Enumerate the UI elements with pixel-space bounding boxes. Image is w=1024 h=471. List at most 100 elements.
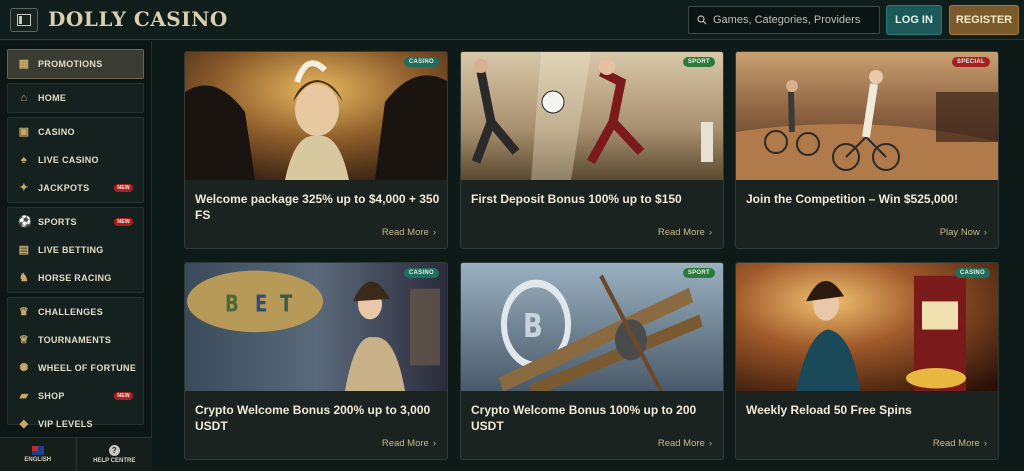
promo-title: Crypto Welcome Bonus 200% up to 3,000 US… [195, 403, 431, 433]
promo-title: Welcome package 325% up to $4,000 + 350 … [195, 192, 440, 222]
promo-image-crypto-airship: B E T [185, 263, 447, 391]
read-more-link[interactable]: Read More › [933, 438, 987, 449]
sidebar-item-label: CHALLENGES [38, 307, 104, 317]
new-badge: NEW [114, 218, 133, 226]
chevron-right-icon: › [708, 438, 712, 449]
svg-text:B: B [225, 290, 239, 317]
category-tag: SPORT [682, 57, 715, 67]
sidebar-item-challenges[interactable]: ♛ CHALLENGES [8, 298, 143, 326]
read-more-link[interactable]: Read More › [658, 227, 712, 238]
promo-title: Join the Competition – Win $525,000! [746, 192, 958, 206]
login-button[interactable]: LOG IN [886, 5, 942, 35]
promo-card[interactable]: SPECIAL Join the Competition – Win $525,… [735, 51, 999, 249]
sidebar-item-home[interactable]: ⌂ HOME [8, 84, 143, 112]
sidebar-promotions-group: ▦ PROMOTIONS [7, 49, 144, 79]
promo-card[interactable]: B E T CASINO Crypto Welcome Bonus 200% u… [184, 262, 448, 460]
sidebar-casino-group: ▣ CASINO ♠ LIVE CASINO ✦ JACKPOTS NEW [7, 117, 144, 203]
help-centre-link[interactable]: ? HELP CENTRE [77, 438, 153, 471]
sidebar-item-live-casino[interactable]: ♠ LIVE CASINO [8, 146, 143, 174]
promo-card[interactable]: SPORT First Deposit Bonus 100% up to $15… [460, 51, 724, 249]
promo-title: Crypto Welcome Bonus 100% up to 200 USDT [471, 403, 697, 433]
new-badge: NEW [114, 392, 133, 400]
promo-card[interactable]: CASINO Welcome package 325% up to $4,000… [184, 51, 448, 249]
sidebar-item-label: SPORTS [38, 217, 77, 227]
svg-text:E: E [255, 290, 267, 317]
promo-title: Weekly Reload 50 Free Spins [746, 403, 912, 417]
shop-icon: ▰ [19, 390, 29, 402]
wheel-icon: ✺ [19, 362, 29, 374]
language-selector[interactable]: ENGLISH [0, 438, 77, 471]
search-box[interactable] [688, 6, 880, 34]
category-tag: CASINO [403, 57, 439, 67]
search-input[interactable] [713, 14, 873, 26]
top-header: DOLLY CASINO LOG IN REGISTER [0, 0, 1024, 40]
jackpot-icon: ✦ [19, 182, 29, 194]
read-more-link[interactable]: Read More › [382, 227, 436, 238]
promo-title: First Deposit Bonus 100% up to $150 [471, 192, 682, 206]
sidebar-item-label: VIP LEVELS [38, 419, 93, 429]
sidebar-toggle-icon [17, 14, 31, 26]
sidebar-item-label: HOME [38, 93, 67, 103]
read-more-link[interactable]: Read More › [658, 438, 712, 449]
search-icon [697, 15, 707, 25]
sidebar-toggle-button[interactable] [10, 8, 38, 32]
chevron-right-icon: › [432, 438, 436, 449]
sidebar-sports-group: ⚽ SPORTS NEW ▤ LIVE BETTING ♞ HORSE RACI… [7, 207, 144, 293]
live-betting-icon: ▤ [18, 244, 30, 256]
sidebar-item-tournaments[interactable]: ♕ TOURNAMENTS [8, 326, 143, 354]
promo-image-crypto-biplane: B [461, 263, 723, 391]
chevron-right-icon: › [983, 227, 987, 238]
register-button[interactable]: REGISTER [949, 5, 1019, 35]
new-badge: NEW [114, 184, 133, 192]
sidebar-item-label: JACKPOTS [38, 183, 90, 193]
sidebar-item-shop[interactable]: ▰ SHOP NEW [8, 382, 143, 410]
sidebar-item-vip-levels[interactable]: ◆ VIP LEVELS [8, 410, 143, 438]
sidebar-item-label: TOURNAMENTS [38, 335, 112, 345]
sidebar-item-jackpots[interactable]: ✦ JACKPOTS NEW [8, 174, 143, 202]
sidebar-home-group: ⌂ HOME [7, 83, 144, 113]
category-tag: CASINO [954, 268, 990, 278]
sidebar-item-live-betting[interactable]: ▤ LIVE BETTING [8, 236, 143, 264]
sidebar-item-wheel-of-fortune[interactable]: ✺ WHEEL OF FORTUNE [8, 354, 143, 382]
read-more-link[interactable]: Read More › [382, 438, 436, 449]
sidebar-item-casino[interactable]: ▣ CASINO [8, 118, 143, 146]
language-label: ENGLISH [24, 457, 52, 463]
sidebar-rewards-group: ♛ CHALLENGES ♕ TOURNAMENTS ✺ WHEEL OF FO… [7, 297, 144, 430]
promo-card[interactable]: CASINO Weekly Reload 50 Free Spins Read … [735, 262, 999, 460]
vip-icon: ◆ [19, 418, 29, 430]
flag-icon [31, 446, 44, 455]
challenges-icon: ♛ [18, 306, 30, 318]
promo-image-football [461, 52, 723, 180]
sidebar-item-label: PROMOTIONS [38, 59, 103, 69]
sidebar-item-label: LIVE CASINO [38, 155, 99, 165]
promo-card[interactable]: B SPORT Crypto Welcome Bonus 100% up to … [460, 262, 724, 460]
trophy-icon: ♕ [18, 334, 30, 346]
promo-image-flapper-party [185, 52, 447, 180]
promo-image-slot-machine [736, 263, 998, 391]
chevron-right-icon: › [432, 227, 436, 238]
home-icon: ⌂ [20, 92, 28, 104]
svg-text:T: T [280, 290, 292, 317]
category-tag: SPECIAL [951, 57, 990, 67]
chevron-right-icon: › [708, 227, 712, 238]
sidebar-item-promotions[interactable]: ▦ PROMOTIONS [8, 50, 143, 78]
horse-icon: ♞ [18, 272, 30, 284]
cards-icon: ♠ [20, 154, 28, 166]
sidebar-footer: ENGLISH ? HELP CENTRE [0, 437, 152, 471]
sidebar: ▦ PROMOTIONS ⌂ HOME ▣ CASINO ♠ LIVE CASI… [0, 41, 152, 471]
play-now-link[interactable]: Play Now › [940, 227, 987, 238]
sports-icon: ⚽ [18, 216, 32, 228]
sidebar-item-sports[interactable]: ⚽ SPORTS NEW [8, 208, 143, 236]
sidebar-item-horse-racing[interactable]: ♞ HORSE RACING [8, 264, 143, 292]
svg-text:B: B [523, 307, 543, 346]
sidebar-item-label: SHOP [38, 391, 65, 401]
site-logo[interactable]: DOLLY CASINO [48, 7, 228, 31]
promo-image-cycling [736, 52, 998, 180]
casino-icon: ▣ [18, 126, 30, 138]
chevron-right-icon: › [983, 438, 987, 449]
category-tag: CASINO [403, 268, 439, 278]
help-centre-label: HELP CENTRE [93, 458, 136, 464]
sidebar-item-label: CASINO [38, 127, 75, 137]
gift-icon: ▦ [18, 58, 30, 70]
category-tag: SPORT [682, 268, 715, 278]
